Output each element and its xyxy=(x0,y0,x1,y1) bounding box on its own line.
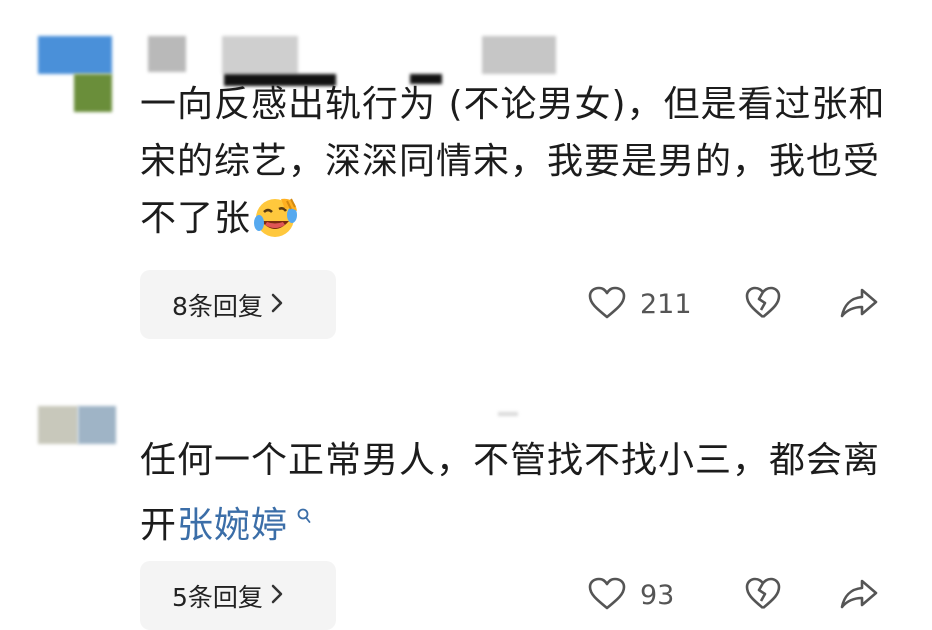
dislike-button[interactable] xyxy=(745,270,781,339)
share-arrow-icon xyxy=(840,578,878,614)
comment-actions: 211 xyxy=(580,270,900,339)
comment-text: 一向反感出轨行为 (不论男女)，但是看过张和宋的综艺，深深同情宋，我要是男的，我… xyxy=(140,76,900,247)
like-button[interactable]: 93 xyxy=(588,561,674,630)
broken-heart-icon xyxy=(745,286,781,324)
comment-item: 一向反感出轨行为 (不论男女)，但是看过张和宋的综艺，深深同情宋，我要是男的，我… xyxy=(0,0,932,360)
chevron-right-icon xyxy=(271,582,283,610)
comment-text: 任何一个正常男人，不管找不找小三，都会离开张婉婷 xyxy=(140,432,900,554)
replies-label: 5条回复 xyxy=(172,582,263,612)
replies-label: 8条回复 xyxy=(172,291,263,321)
avatar[interactable] xyxy=(38,406,116,446)
view-replies-button[interactable]: 5条回复 xyxy=(140,561,336,630)
share-button[interactable] xyxy=(840,561,878,630)
search-icon xyxy=(290,505,311,529)
laughing-crying-emoji-icon xyxy=(251,195,301,239)
heart-icon xyxy=(588,286,626,324)
search-link[interactable]: 张婉婷 xyxy=(177,505,311,546)
share-button[interactable] xyxy=(840,270,878,339)
like-count: 211 xyxy=(640,289,692,320)
avatar[interactable] xyxy=(38,36,112,112)
username-redacted[interactable] xyxy=(498,412,518,418)
like-count: 93 xyxy=(640,580,675,611)
view-replies-button[interactable]: 8条回复 xyxy=(140,270,336,339)
like-button[interactable]: 211 xyxy=(588,270,692,339)
comment-actions: 93 xyxy=(580,561,900,630)
search-link-text: 张婉婷 xyxy=(177,505,289,546)
chevron-right-icon xyxy=(271,291,283,319)
comment-item: 任何一个正常男人，不管找不找小三，都会离开张婉婷 5条回复 93 xyxy=(0,360,932,630)
share-arrow-icon xyxy=(840,287,878,323)
heart-icon xyxy=(588,577,626,615)
broken-heart-icon xyxy=(745,577,781,615)
dislike-button[interactable] xyxy=(745,561,781,630)
